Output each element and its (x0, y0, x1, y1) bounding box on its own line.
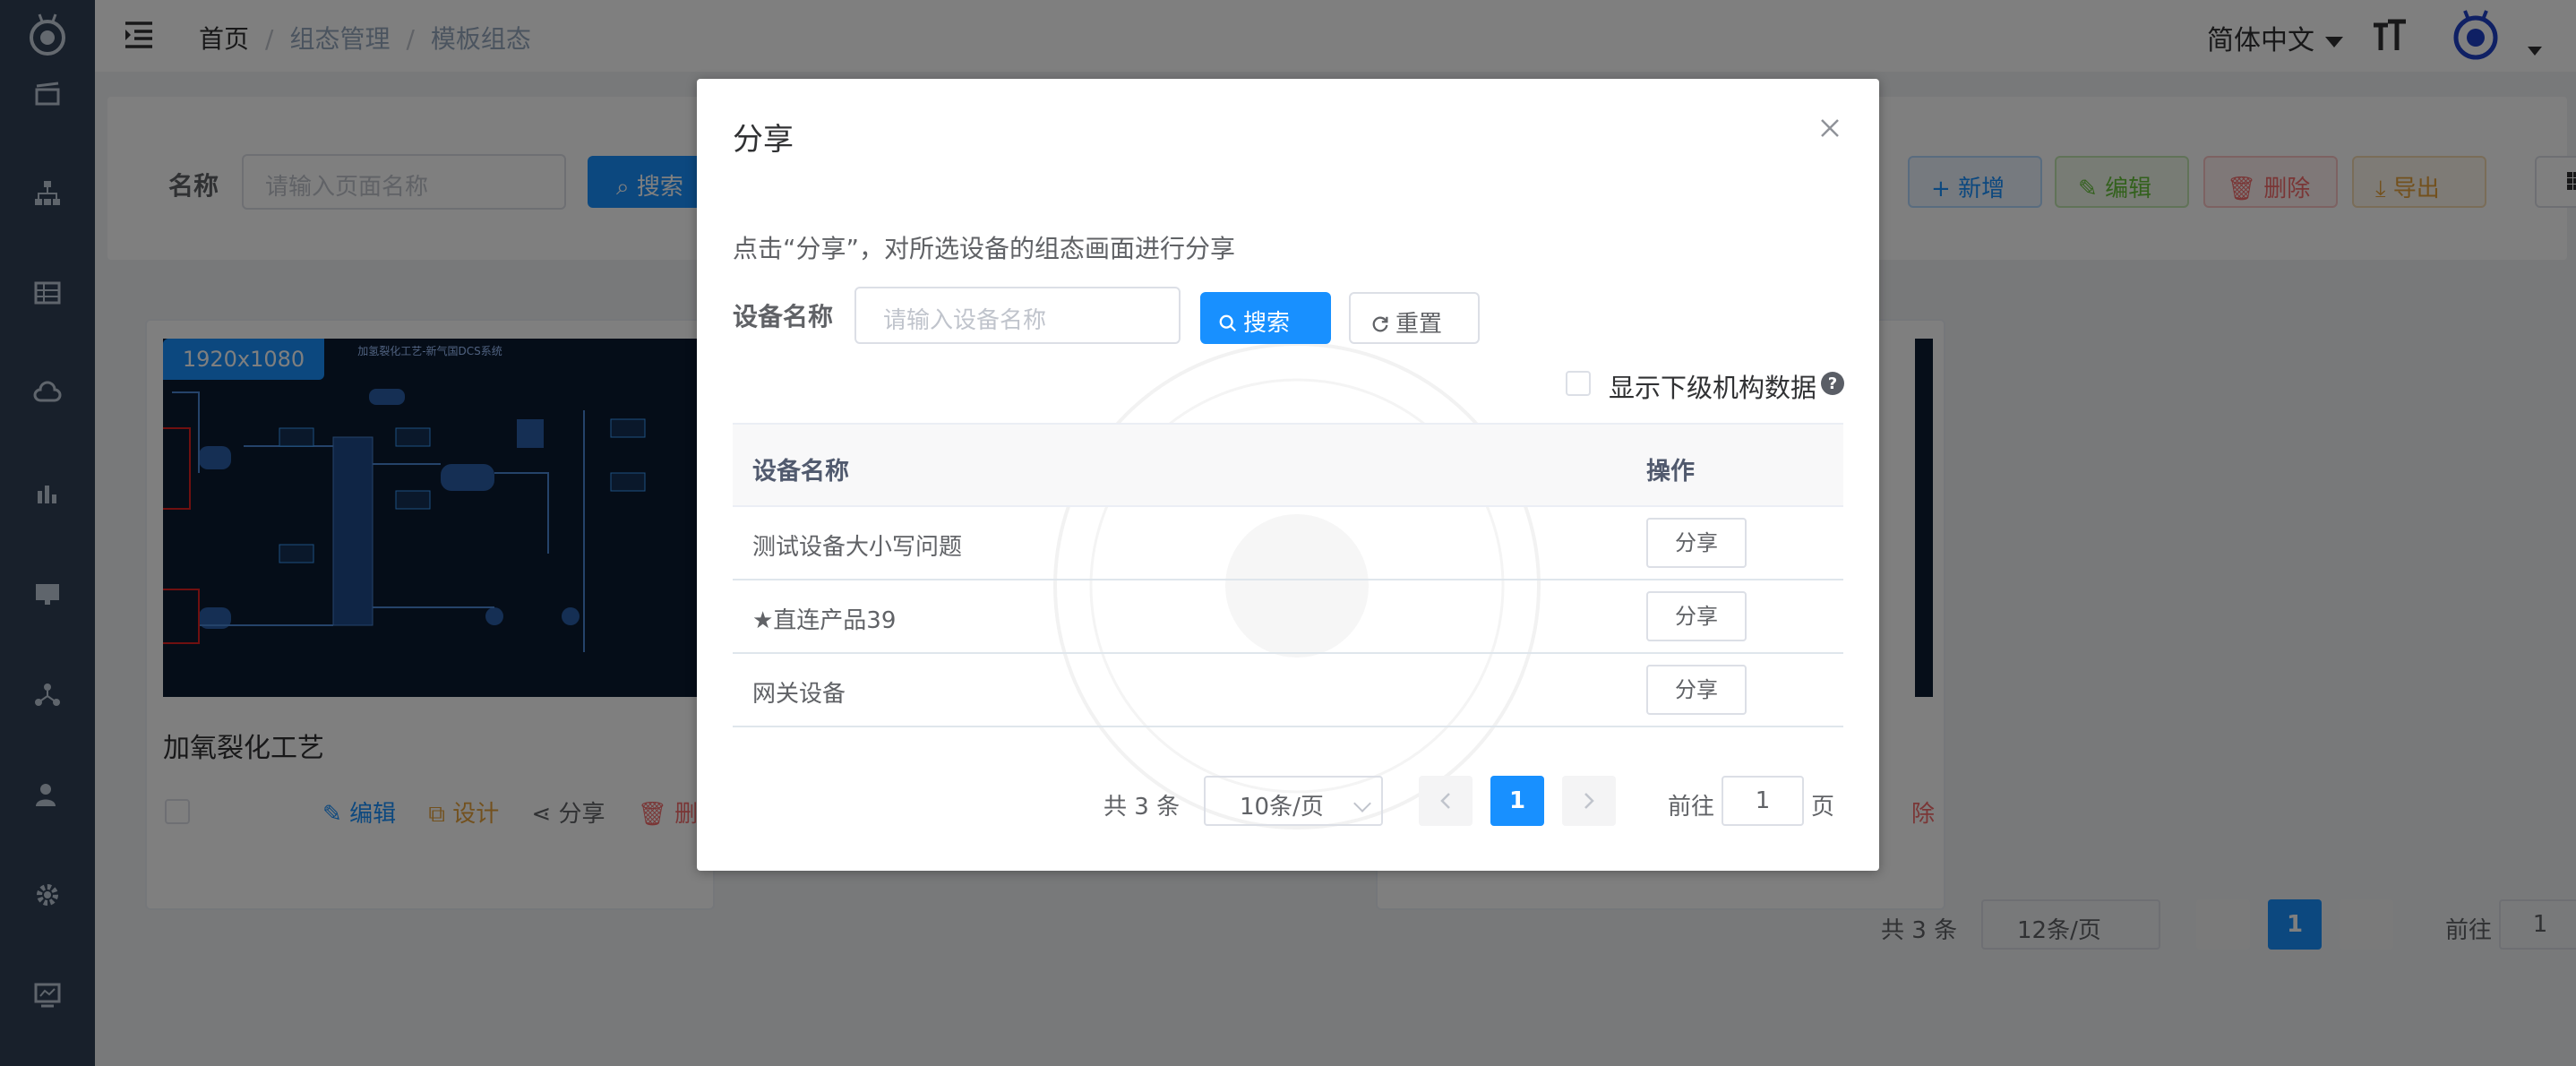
refresh-icon (1372, 316, 1388, 332)
pager-total: 共 3 条 (1103, 794, 1181, 821)
device-name-cell: ★直连产品39 (752, 607, 897, 634)
table-row: ★直连产品39 分享 (733, 580, 1843, 654)
dialog-reset-button[interactable]: 重置 (1349, 292, 1480, 344)
dialog-search-button[interactable]: 搜索 (1200, 292, 1331, 344)
dialog-pagination: 共 3 条 10条/页 1 前往 1 页 (697, 776, 1879, 830)
page-number[interactable]: 1 (1490, 776, 1544, 826)
row-share-button[interactable]: 分享 (1646, 518, 1747, 568)
svg-text:?: ? (1828, 374, 1837, 393)
page-size-value: 10条/页 (1240, 794, 1324, 821)
dialog-search-label: 搜索 (1243, 310, 1291, 337)
prev-page-button[interactable] (1419, 776, 1473, 826)
goto-label: 前往 (1668, 794, 1715, 821)
show-sub-org-label[interactable]: 显示下级机构数据 (1609, 367, 1816, 405)
column-device-name: 设备名称 (752, 458, 849, 486)
chevron-right-icon (1584, 793, 1594, 809)
share-dialog: 分享 点击“分享”，对所选设备的组态画面进行分享 设备名称 请输入设备名称 搜索… (697, 79, 1879, 871)
chevron-left-icon (1440, 793, 1450, 809)
next-page-button[interactable] (1562, 776, 1616, 826)
device-name-cell: 测试设备大小写问题 (752, 534, 963, 561)
row-share-button[interactable]: 分享 (1646, 591, 1747, 641)
close-icon[interactable] (1816, 115, 1843, 142)
dialog-reset-label: 重置 (1395, 311, 1443, 338)
device-name-cell: 网关设备 (752, 681, 846, 708)
goto-input[interactable]: 1 (1722, 776, 1804, 826)
table-row: 网关设备 分享 (733, 654, 1843, 727)
page-unit: 页 (1811, 794, 1835, 821)
table-header: 设备名称 操作 (733, 423, 1843, 507)
dialog-title: 分享 (733, 122, 794, 158)
device-name-label: 设备名称 (733, 302, 834, 331)
page-size-select[interactable]: 10条/页 (1204, 776, 1383, 826)
column-action: 操作 (1646, 458, 1695, 486)
help-icon[interactable]: ? (1820, 371, 1845, 396)
show-sub-org-checkbox[interactable] (1566, 371, 1591, 396)
chevron-down-icon (1353, 795, 1371, 812)
device-table: 设备名称 操作 测试设备大小写问题 分享 ★直连产品39 分享 网关设备 分享 (733, 423, 1843, 727)
device-name-input[interactable]: 请输入设备名称 (854, 287, 1181, 344)
dialog-description: 点击“分享”，对所选设备的组态画面进行分享 (733, 234, 1236, 263)
table-row: 测试设备大小写问题 分享 (733, 507, 1843, 580)
row-share-button[interactable]: 分享 (1646, 665, 1747, 715)
search-icon (1219, 314, 1237, 332)
